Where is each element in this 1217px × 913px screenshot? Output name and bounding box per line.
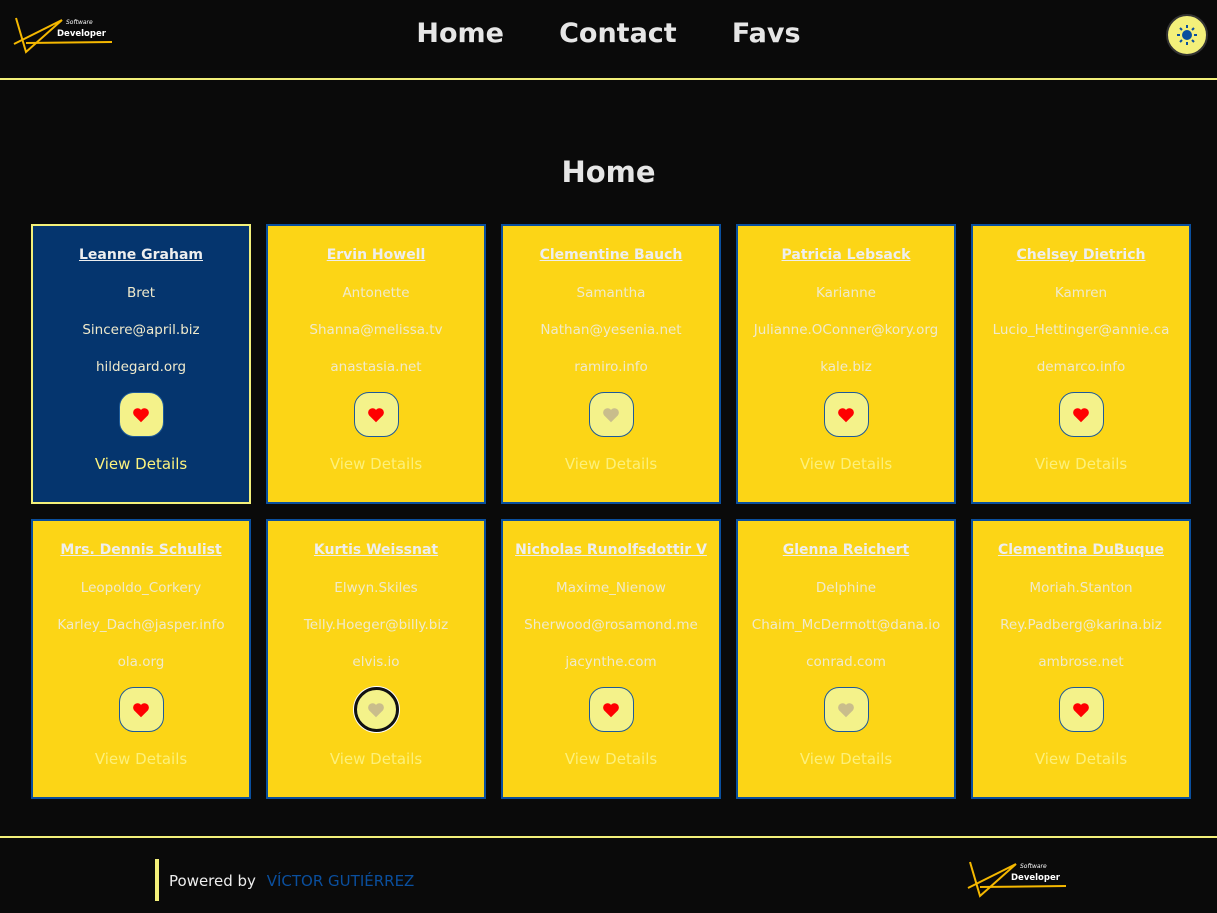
user-name-link[interactable]: Glenna Reichert	[738, 542, 954, 558]
view-details-link[interactable]: View Details	[268, 750, 484, 768]
user-username: Elwyn.Skiles	[334, 580, 418, 596]
user-website: anastasia.net	[330, 359, 422, 375]
heart-icon	[368, 702, 384, 717]
heart-icon	[838, 702, 854, 717]
user-website: jacynthe.com	[565, 654, 657, 670]
user-website: conrad.com	[806, 654, 886, 670]
user-website: demarco.info	[1036, 359, 1126, 375]
user-card: Glenna Reichert Delphine Chaim_McDermott…	[736, 519, 956, 799]
user-website: hildegard.org	[95, 359, 187, 375]
favorite-button[interactable]	[823, 392, 869, 437]
nav-home[interactable]: Home	[416, 18, 504, 49]
user-card-grid: Leanne Graham Bret Sincere@april.biz hil…	[31, 224, 1191, 799]
theme-toggle-button[interactable]	[1166, 14, 1208, 56]
user-email: Chaim_McDermott@dana.io	[751, 617, 941, 633]
heart-icon	[133, 702, 149, 717]
view-details-link[interactable]: View Details	[33, 750, 249, 768]
powered-by: Powered by VÍCTOR GUTIÉRREZ	[169, 872, 414, 890]
favorite-button[interactable]	[1058, 687, 1104, 732]
user-email: Rey.Padberg@karina.biz	[1000, 617, 1162, 633]
nav-contact[interactable]: Contact	[559, 18, 677, 49]
view-details-link[interactable]: View Details	[503, 455, 719, 473]
user-username: Karianne	[816, 285, 876, 301]
favorite-button[interactable]	[588, 687, 634, 732]
user-username: Leopoldo_Corkery	[80, 580, 202, 596]
user-email: Lucio_Hettinger@annie.ca	[992, 322, 1170, 338]
user-website: ola.org	[117, 654, 165, 670]
view-details-link[interactable]: View Details	[738, 750, 954, 768]
user-name-link[interactable]: Kurtis Weissnat	[268, 542, 484, 558]
user-email: Sincere@april.biz	[82, 322, 200, 338]
user-username: Maxime_Nienow	[556, 580, 666, 596]
user-card: Nicholas Runolfsdottir V Maxime_Nienow S…	[501, 519, 721, 799]
user-email: Shanna@melissa.tv	[309, 322, 443, 338]
user-name-link[interactable]: Nicholas Runolfsdottir V	[503, 542, 719, 558]
view-details-link[interactable]: View Details	[973, 455, 1189, 473]
user-name-link[interactable]: Mrs. Dennis Schulist	[33, 542, 249, 558]
svg-text:Developer: Developer	[1011, 873, 1061, 883]
header: Software Developer Home Contact Favs	[0, 0, 1217, 80]
user-email: Nathan@yesenia.net	[540, 322, 682, 338]
user-name-link[interactable]: Clementina DuBuque	[973, 542, 1189, 558]
footer: Powered by VÍCTOR GUTIÉRREZ Software Dev…	[0, 836, 1217, 913]
view-details-link[interactable]: View Details	[503, 750, 719, 768]
favorite-button[interactable]	[1058, 392, 1104, 437]
view-details-link[interactable]: View Details	[33, 455, 249, 473]
user-card: Ervin Howell Antonette Shanna@melissa.tv…	[266, 224, 486, 504]
heart-icon	[133, 407, 149, 422]
user-email: Telly.Hoeger@billy.biz	[303, 617, 449, 633]
user-website: ramiro.info	[574, 359, 648, 375]
user-username: Kamren	[1054, 285, 1108, 301]
user-website: kale.biz	[820, 359, 872, 375]
favorite-button[interactable]	[353, 392, 399, 437]
heart-icon	[1073, 702, 1089, 717]
user-name-link[interactable]: Ervin Howell	[268, 247, 484, 263]
page-title: Home	[561, 155, 656, 189]
heart-icon	[603, 407, 619, 422]
user-email: Sherwood@rosamond.me	[524, 617, 698, 633]
footer-accent-bar	[155, 859, 159, 901]
svg-text:Software: Software	[1020, 863, 1047, 870]
heart-icon	[368, 407, 384, 422]
view-details-link[interactable]: View Details	[268, 455, 484, 473]
favorite-button[interactable]	[118, 392, 164, 437]
user-card: Patricia Lebsack Karianne Julianne.OConn…	[736, 224, 956, 504]
view-details-link[interactable]: View Details	[738, 455, 954, 473]
user-card: Chelsey Dietrich Kamren Lucio_Hettinger@…	[971, 224, 1191, 504]
user-email: Karley_Dach@jasper.info	[57, 617, 225, 633]
heart-icon	[603, 702, 619, 717]
user-email: Julianne.OConner@kory.org	[753, 322, 939, 338]
user-username: Moriah.Stanton	[1029, 580, 1133, 596]
main-nav: Home Contact Favs	[0, 18, 1217, 49]
view-details-link[interactable]: View Details	[973, 750, 1189, 768]
user-name-link[interactable]: Patricia Lebsack	[738, 247, 954, 263]
favorite-button[interactable]	[353, 687, 399, 732]
user-card: Clementine Bauch Samantha Nathan@yesenia…	[501, 224, 721, 504]
user-card: Clementina DuBuque Moriah.Stanton Rey.Pa…	[971, 519, 1191, 799]
user-card: Leanne Graham Bret Sincere@april.biz hil…	[31, 224, 251, 504]
heart-icon	[838, 407, 854, 422]
user-card: Kurtis Weissnat Elwyn.Skiles Telly.Hoege…	[266, 519, 486, 799]
nav-favs[interactable]: Favs	[732, 18, 801, 49]
user-name-link[interactable]: Clementine Bauch	[503, 247, 719, 263]
user-website: elvis.io	[352, 654, 400, 670]
user-username: Samantha	[576, 285, 646, 301]
user-username: Delphine	[815, 580, 877, 596]
author-link[interactable]: VÍCTOR GUTIÉRREZ	[267, 872, 415, 890]
user-name-link[interactable]: Leanne Graham	[33, 247, 249, 263]
heart-icon	[1073, 407, 1089, 422]
user-website: ambrose.net	[1038, 654, 1124, 670]
powered-by-label: Powered by	[169, 872, 256, 890]
favorite-button[interactable]	[588, 392, 634, 437]
user-name-link[interactable]: Chelsey Dietrich	[973, 247, 1189, 263]
user-username: Bret	[126, 285, 156, 301]
favorite-button[interactable]	[823, 687, 869, 732]
footer-logo: Software Developer	[967, 861, 1067, 898]
user-username: Antonette	[342, 285, 410, 301]
favorite-button[interactable]	[118, 687, 164, 732]
user-card: Mrs. Dennis Schulist Leopoldo_Corkery Ka…	[31, 519, 251, 799]
sun-icon	[1177, 25, 1197, 45]
